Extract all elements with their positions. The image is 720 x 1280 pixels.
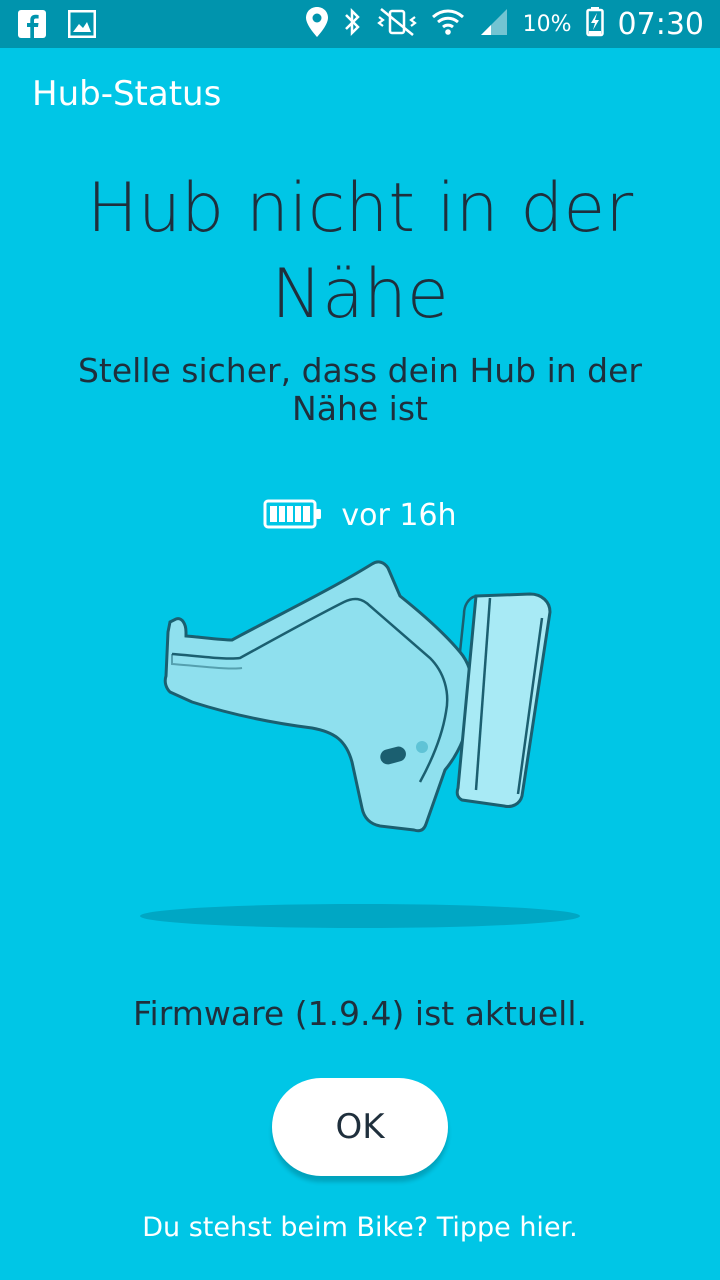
battery-percent: 10% [522,11,572,37]
app-bar-title: Hub-Status [32,74,222,114]
gallery-icon [67,9,97,42]
wifi-icon [431,7,465,41]
status-time: 07:30 [617,6,704,42]
location-icon [305,6,329,42]
last-seen-label: vor 16h [341,498,457,533]
page-subtitle: Stelle sicher, dass dein Hub in der Nähe… [77,351,642,428]
at-bike-link[interactable]: Du stehst beim Bike? Tippe hier. [0,1212,720,1243]
status-bar: 10% 07:30 [0,0,720,48]
bluetooth-icon [343,7,363,41]
battery-charging-icon [585,7,604,41]
page-title: Hub nicht in der Nähe [86,169,634,334]
hub-battery-status: vor 16h [0,498,720,533]
illustration-shadow [140,904,580,928]
battery-level-fill [270,505,311,522]
hub-illustration [163,560,552,833]
ok-button[interactable]: OK [272,1078,448,1176]
battery-icon [263,499,323,533]
signal-icon [479,7,509,41]
firmware-status: Firmware (1.9.4) ist aktuell. [132,994,588,1033]
vibrate-icon [376,7,417,41]
facebook-icon [18,10,46,42]
